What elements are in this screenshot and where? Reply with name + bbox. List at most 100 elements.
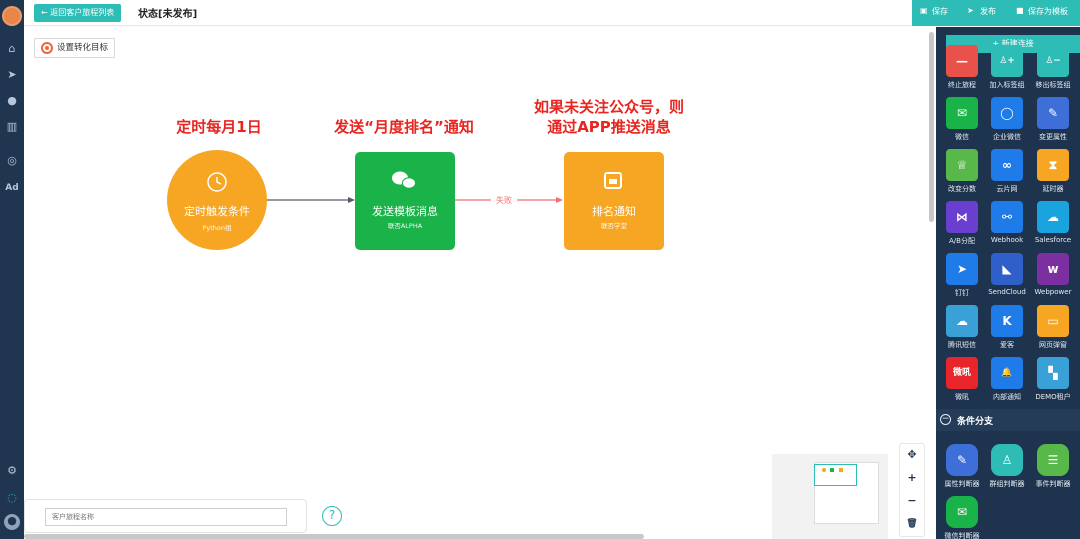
component-label: 改变分数 xyxy=(948,185,976,193)
component-tile[interactable]: 微吼 微吼 xyxy=(940,357,984,402)
edge-arrow-failed xyxy=(556,197,563,203)
message-icon[interactable]: ◌ xyxy=(4,491,20,505)
webpower-icon: w xyxy=(1037,253,1069,285)
component-label: 微吼 xyxy=(955,393,969,401)
node-rank-notify[interactable] xyxy=(564,152,664,250)
delete-button[interactable]: 🗑 xyxy=(900,513,924,535)
zoom-in-button[interactable]: + xyxy=(900,467,924,489)
scrollbar-thumb[interactable] xyxy=(929,32,934,222)
canvas-vertical-scrollbar[interactable] xyxy=(928,27,936,539)
chart-icon[interactable]: ▥ xyxy=(4,120,20,134)
node-notify-title: 排名通知 xyxy=(592,205,636,218)
flow-canvas[interactable]: 设置转化目标 定时每月1日 发送“月度排名”通知 如果未关注公众号，则通过APP… xyxy=(24,27,928,539)
component-tile[interactable]: w Webpower xyxy=(1031,253,1075,296)
component-tile[interactable]: ⚯ Webhook xyxy=(985,201,1029,244)
branch-section-header[interactable]: − 条件分支 xyxy=(936,409,1080,431)
popup-icon: ▭ xyxy=(1037,305,1069,337)
component-label: 变更属性 xyxy=(1039,133,1067,141)
component-tile[interactable]: — 终止旅程 xyxy=(940,45,984,90)
component-tile[interactable]: ☁ 腾讯短信 xyxy=(940,305,984,350)
component-tile[interactable]: ♙ 群组判断器 xyxy=(985,444,1029,489)
add-user-icon: ♙+ xyxy=(991,45,1023,77)
component-tile[interactable]: ⋈ A/B分配 xyxy=(940,201,984,246)
node-send-template[interactable] xyxy=(355,152,455,250)
component-label: DEMO租户 xyxy=(1035,393,1071,401)
chat-icon[interactable]: ◎ xyxy=(4,154,20,168)
minimap[interactable] xyxy=(772,454,888,539)
wechat-judge-icon: ✉ xyxy=(946,496,978,528)
component-label: A/B分配 xyxy=(949,237,975,245)
component-tile[interactable]: 🔔 内部通知 xyxy=(985,357,1029,402)
app-logo[interactable] xyxy=(2,6,22,26)
dingtalk-icon: ➤ xyxy=(946,253,978,285)
component-panel: + 新建连接 — 终止旅程 ♙+ 加入标签组 ♙− 移出标签组 ✉ 微信 ◯ 企业微信 ✎ 变更属性 ♕… xyxy=(936,27,1080,539)
component-tile[interactable]: ▭ 网页弹窗 xyxy=(1031,305,1075,350)
component-tile[interactable]: K 爱客 xyxy=(985,305,1029,350)
avatar[interactable]: ● xyxy=(4,514,20,530)
component-label: 延时器 xyxy=(1042,185,1064,193)
weihou-icon: 微吼 xyxy=(946,357,978,389)
component-tile[interactable]: ◯ 企业微信 xyxy=(985,97,1029,142)
component-label: 腾讯短信 xyxy=(948,341,976,349)
edit-icon: ✎ xyxy=(1037,97,1069,129)
work-wechat-icon: ◯ xyxy=(991,97,1023,129)
wechat-icon-bubble xyxy=(402,177,416,189)
aike-icon: K xyxy=(991,305,1023,337)
stop-icon: — xyxy=(946,45,978,77)
collapse-icon[interactable]: − xyxy=(940,414,951,425)
node-notify-sub: 联否学堂 xyxy=(601,222,627,230)
component-tile[interactable]: ✉ 微信 xyxy=(940,97,984,142)
node-trigger-sub: Python组 xyxy=(202,224,232,232)
component-tile[interactable]: ∞ 云片网 xyxy=(985,149,1029,194)
component-label: 企业微信 xyxy=(993,133,1021,141)
component-label: 事件判断器 xyxy=(1035,480,1071,488)
remove-user-icon: ♙− xyxy=(1037,45,1069,77)
home-icon[interactable]: ⌂ xyxy=(4,42,20,56)
component-tile[interactable]: ☁ Salesforce xyxy=(1031,201,1075,244)
branch-section-title: 条件分支 xyxy=(957,417,994,427)
help-button[interactable]: ? xyxy=(322,506,342,526)
node-trigger[interactable] xyxy=(167,150,267,250)
component-label: 内部通知 xyxy=(993,393,1021,401)
component-tile[interactable]: ➤ 钉钉 xyxy=(940,253,984,298)
attribute-judge-icon: ✎ xyxy=(946,444,978,476)
demo-tenant-icon: ▚ xyxy=(1037,357,1069,389)
webhook-icon: ⚯ xyxy=(991,201,1023,233)
zoom-out-button[interactable]: − xyxy=(900,490,924,512)
component-label: 终止旅程 xyxy=(948,81,976,89)
component-tile[interactable]: ♙+ 加入标签组 xyxy=(985,45,1029,90)
back-to-list-button[interactable]: ← 返回客户旅程列表 xyxy=(34,4,122,22)
journey-name-input[interactable] xyxy=(45,508,287,526)
component-label: 微信 xyxy=(955,133,969,141)
salesforce-icon: ☁ xyxy=(1037,201,1069,233)
canvas-horizontal-scrollbar[interactable] xyxy=(24,534,644,539)
component-tile[interactable]: ♙− 移出标签组 xyxy=(1031,45,1075,90)
settings-icon[interactable]: ⚙ xyxy=(4,464,20,478)
nav-ad[interactable]: Ad xyxy=(4,181,20,195)
send-icon[interactable]: ➤ xyxy=(4,68,20,82)
locate-button[interactable]: ✥ xyxy=(900,444,924,466)
wechat-icon: ✉ xyxy=(946,97,978,129)
hourglass-icon: ⧗ xyxy=(1037,149,1069,181)
user-icon[interactable]: ● xyxy=(4,94,20,108)
component-label: 群组判断器 xyxy=(989,480,1025,488)
save-button[interactable]: 保存 xyxy=(932,6,948,17)
component-tile[interactable]: ⧗ 延时器 xyxy=(1031,149,1075,194)
component-tile[interactable]: ♕ 改变分数 xyxy=(940,149,984,194)
minimap-node xyxy=(830,468,834,472)
save-as-template-button[interactable]: 保存为模板 xyxy=(1028,6,1068,17)
journey-name-panel xyxy=(24,499,307,533)
component-tile[interactable]: ☰ 事件判断器 xyxy=(1031,444,1075,489)
popup-icon-inner xyxy=(609,179,617,184)
component-tile[interactable]: ✎ 变更属性 xyxy=(1031,97,1075,142)
minimap-viewport[interactable] xyxy=(814,464,857,486)
event-judge-icon: ☰ xyxy=(1037,444,1069,476)
action-bar: ▣ 保存 ➤ 发布 ■ 保存为模板 xyxy=(912,0,1080,26)
component-tile[interactable]: ◣ SendCloud xyxy=(985,253,1029,296)
component-tile[interactable]: ✎ 属性判断器 xyxy=(940,444,984,489)
component-label: 属性判断器 xyxy=(944,480,980,488)
component-tile[interactable]: ✉ 微信判断器 xyxy=(940,496,984,539)
publish-button[interactable]: 发布 xyxy=(980,6,996,17)
component-tile[interactable]: ▚ DEMO租户 xyxy=(1031,357,1075,402)
top-bar: ← 返回客户旅程列表 状态[未发布] ▣ 保存 ➤ 发布 ■ 保存为模板 xyxy=(24,0,1080,26)
